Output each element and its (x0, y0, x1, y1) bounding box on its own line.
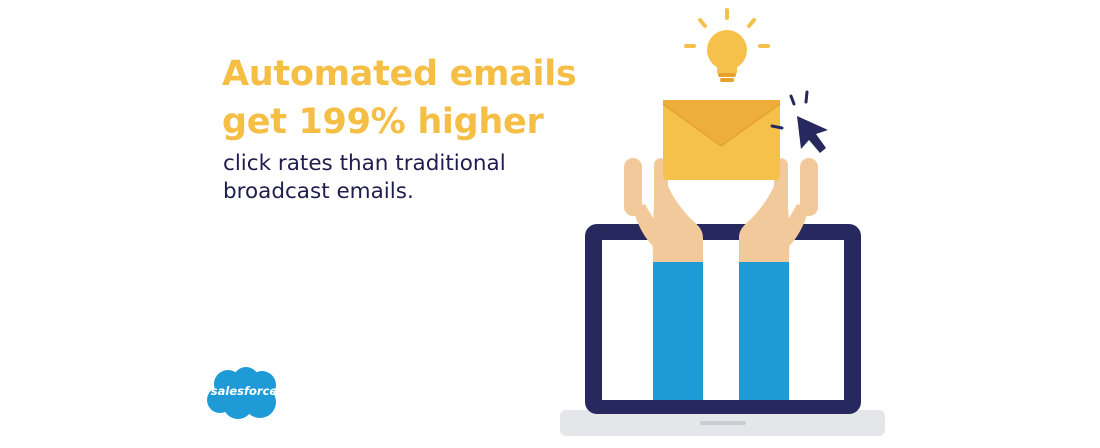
headline-line-2: get 199% higher (222, 102, 544, 142)
infographic-canvas: Automated emails get 199% higher click r… (0, 0, 1100, 448)
headline-line-1: Automated emails (222, 54, 577, 94)
salesforce-logo: salesforce (204, 364, 284, 422)
headline: Automated emails get 199% higher (222, 50, 582, 146)
email-laptop-illustration (560, 8, 885, 436)
laptop-icon (560, 224, 885, 436)
subtext: click rates than traditional broadcast e… (223, 150, 583, 206)
cursor-arrow-icon (770, 90, 828, 153)
lightbulb-icon (684, 8, 770, 82)
subtext-line-1: click rates than traditional (223, 151, 506, 176)
envelope-icon (662, 100, 781, 180)
salesforce-logo-text: salesforce (210, 384, 278, 398)
subtext-line-2: broadcast emails. (223, 179, 414, 204)
